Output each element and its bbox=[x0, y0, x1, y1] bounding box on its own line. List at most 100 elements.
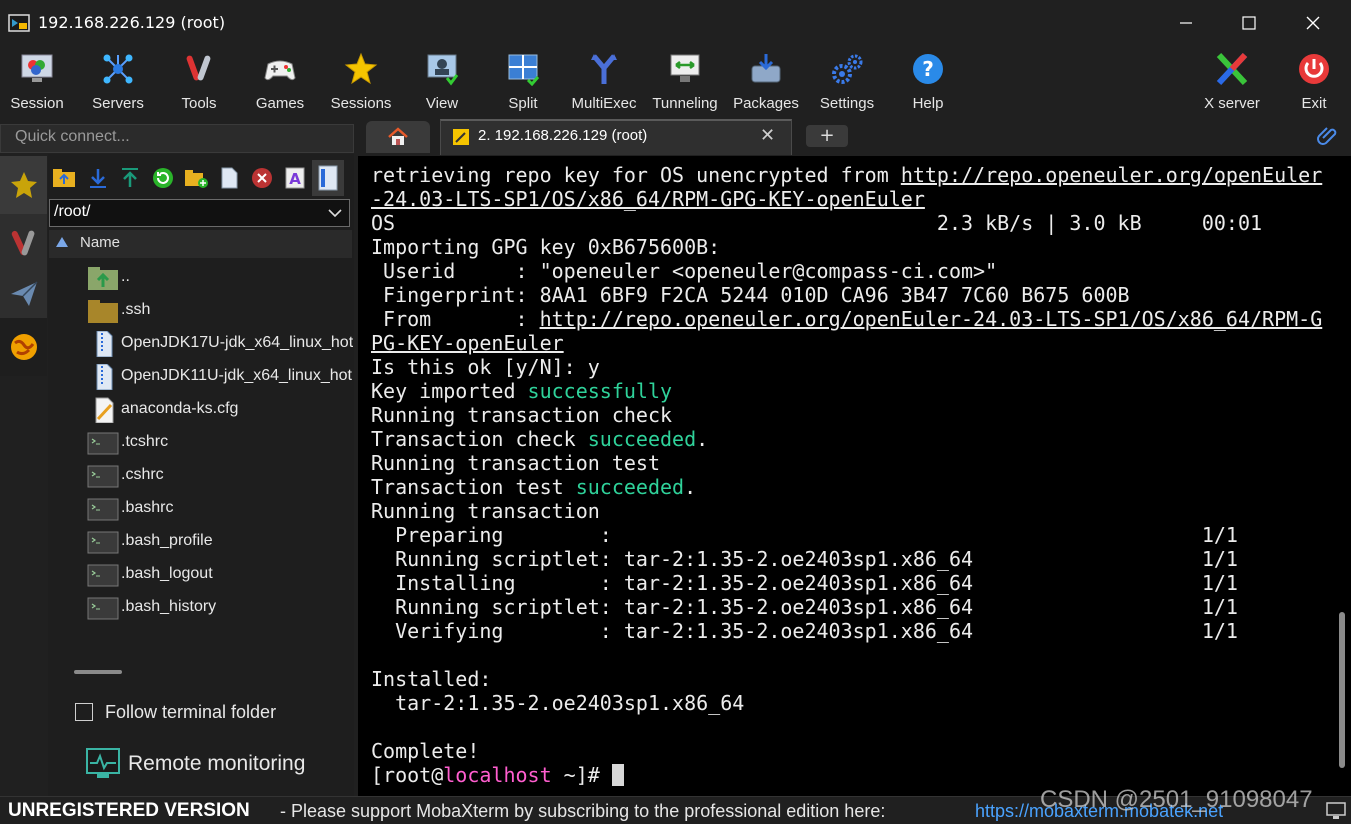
terminal-line: Running transaction check bbox=[371, 403, 1331, 427]
remote-monitoring-button[interactable]: Remote monitoring bbox=[128, 752, 305, 776]
terminal-line: From : http://repo.openeuler.org/openEul… bbox=[371, 307, 1331, 331]
unregistered-version-label: UNREGISTERED VERSION bbox=[8, 800, 250, 821]
terminal-file-icon bbox=[87, 564, 119, 587]
window-title: 192.168.226.129 (root) bbox=[38, 13, 226, 32]
file-row-shell[interactable]: .tcshrc bbox=[49, 426, 352, 459]
rename-button[interactable]: A bbox=[283, 166, 307, 190]
multiexec-icon bbox=[586, 51, 622, 87]
file-row-shell[interactable]: .bash_profile bbox=[49, 525, 352, 558]
terminal-file-icon bbox=[87, 465, 119, 488]
paper-plane-icon bbox=[10, 281, 38, 306]
terminal-line: Importing GPG key 0xB675600B: bbox=[371, 235, 1331, 259]
sort-ascending-icon bbox=[56, 237, 68, 247]
folder-icon bbox=[88, 300, 118, 323]
chevron-down-icon bbox=[328, 209, 342, 218]
gamepad-icon bbox=[262, 51, 298, 87]
terminal-segment: Verifying : tar-2:1.35-2.oe2403sp1.x86_6… bbox=[371, 619, 1238, 643]
paperclip-icon[interactable] bbox=[1316, 124, 1340, 152]
toolbar-view-button[interactable]: View bbox=[402, 46, 482, 120]
new-tab-button[interactable]: + bbox=[806, 125, 848, 147]
terminal-segment: . bbox=[684, 475, 697, 499]
toolbar-tools-button[interactable]: Tools bbox=[159, 46, 239, 120]
sidebar-macros-button[interactable] bbox=[0, 318, 47, 376]
terminal-line: PG-KEY-openEuler bbox=[371, 331, 1331, 355]
terminal-segment: -24.03-LTS-SP1/OS/x86_64/RPM-GPG-KEY-ope… bbox=[371, 187, 925, 211]
toolbar-xserver-button[interactable]: X server bbox=[1192, 46, 1272, 120]
file-row-shell[interactable]: .cshrc bbox=[49, 459, 352, 492]
terminal-scrollbar[interactable] bbox=[1339, 612, 1345, 768]
file-row-archive[interactable]: OpenJDK17U-jdk_x64_linux_hot bbox=[49, 327, 353, 360]
new-file-button[interactable] bbox=[217, 166, 241, 190]
column-name-header[interactable]: Name bbox=[80, 234, 120, 251]
toolbar-multiexec-button[interactable]: MultiExec bbox=[564, 46, 644, 120]
close-window-button[interactable] bbox=[1280, 0, 1346, 46]
terminal-line: Userid : "openeuler <openeuler@compass-c… bbox=[371, 259, 1331, 283]
file-row-text[interactable]: anaconda-ks.cfg bbox=[49, 393, 352, 426]
file-row-shell[interactable]: .bashrc bbox=[49, 492, 352, 525]
terminal-segment: Installing : tar-2:1.35-2.oe2403sp1.x86_… bbox=[371, 571, 1238, 595]
file-row-folder[interactable]: .ssh bbox=[49, 294, 352, 327]
sidebar-sftp-button[interactable] bbox=[0, 264, 47, 322]
maximize-button[interactable] bbox=[1216, 0, 1282, 46]
upload-button[interactable] bbox=[118, 166, 142, 190]
minimize-icon bbox=[1180, 22, 1192, 24]
terminal-segment: Userid : "openeuler <openeuler@compass-c… bbox=[371, 259, 998, 283]
parent-folder-button[interactable] bbox=[52, 166, 76, 190]
new-folder-button[interactable] bbox=[184, 166, 208, 190]
toolbar-sessions-button[interactable]: Sessions bbox=[321, 46, 401, 120]
minimize-button[interactable] bbox=[1153, 0, 1219, 46]
path-input[interactable]: /root/ bbox=[49, 199, 350, 227]
home-icon bbox=[388, 127, 408, 145]
monitor-icon[interactable] bbox=[86, 748, 120, 780]
split-icon bbox=[505, 51, 541, 87]
refresh-button[interactable] bbox=[151, 166, 175, 190]
terminal-segment: Running scriptlet: tar-2:1.35-2.oe2403sp… bbox=[371, 547, 1238, 571]
toolbar-settings-button[interactable]: Settings bbox=[807, 46, 887, 120]
toolbar-split-button[interactable]: Split bbox=[483, 46, 563, 120]
star-icon bbox=[343, 51, 379, 87]
download-button[interactable] bbox=[86, 166, 110, 190]
tab-close-icon[interactable]: ✕ bbox=[760, 125, 775, 146]
follow-terminal-folder-label[interactable]: Follow terminal folder bbox=[105, 702, 276, 723]
terminal-segment: Key imported bbox=[371, 379, 528, 403]
file-row-parent[interactable]: .. bbox=[49, 261, 352, 294]
toolbar-tunneling-button[interactable]: Tunneling bbox=[645, 46, 725, 120]
toolbar-session-button[interactable]: Session bbox=[0, 46, 77, 120]
terminal-line: Installed: bbox=[371, 667, 1331, 691]
toolbar-games-button[interactable]: Games bbox=[240, 46, 320, 120]
follow-terminal-folder-checkbox[interactable] bbox=[75, 703, 93, 721]
quick-connect-input[interactable]: Quick connect... bbox=[0, 124, 354, 153]
toolbar-packages-button[interactable]: Packages bbox=[726, 46, 806, 120]
toggle-hidden-button[interactable] bbox=[312, 160, 344, 196]
toolbar-help-button[interactable]: ? Help bbox=[888, 46, 968, 120]
terminal-segment: Fingerprint: 8AA1 6BF9 F2CA 5244 010D CA… bbox=[371, 283, 1130, 307]
terminal-output[interactable]: retrieving repo key for OS unencrypted f… bbox=[371, 163, 1331, 787]
home-tab[interactable] bbox=[366, 121, 430, 153]
path-dropdown-button[interactable] bbox=[322, 200, 348, 226]
tunneling-icon bbox=[667, 51, 703, 87]
xserver-icon bbox=[1214, 51, 1250, 87]
zip-file-icon bbox=[96, 364, 113, 390]
parent-folder-icon bbox=[88, 267, 118, 290]
terminal-segment: successfully bbox=[527, 379, 673, 403]
delete-button[interactable] bbox=[250, 166, 274, 190]
file-row-shell[interactable]: .bash_logout bbox=[49, 558, 352, 591]
terminal-line: Is this ok [y/N]: y bbox=[371, 355, 1331, 379]
file-row-shell[interactable]: .bash_history bbox=[49, 591, 352, 624]
terminal-segment: From : bbox=[371, 307, 540, 331]
toolbar-servers-button[interactable]: Servers bbox=[78, 46, 158, 120]
terminal-line: Key imported successfully bbox=[371, 379, 1331, 403]
new-folder-icon bbox=[185, 170, 208, 188]
sidebar-sessions-button[interactable] bbox=[0, 156, 47, 214]
toolbar-exit-button[interactable]: Exit bbox=[1274, 46, 1351, 120]
terminal-file-icon bbox=[87, 597, 119, 620]
terminal-file-icon bbox=[87, 531, 119, 554]
file-row-archive[interactable]: OpenJDK11U-jdk_x64_linux_hot bbox=[49, 360, 352, 393]
main-toolbar: Session Servers Tools Games Sessions Vie… bbox=[0, 46, 1351, 120]
globe-icon bbox=[10, 334, 37, 360]
file-browser-toolbar: A bbox=[50, 158, 352, 198]
folder-up-icon bbox=[53, 169, 75, 187]
panel-splitter-handle[interactable] bbox=[74, 670, 122, 674]
